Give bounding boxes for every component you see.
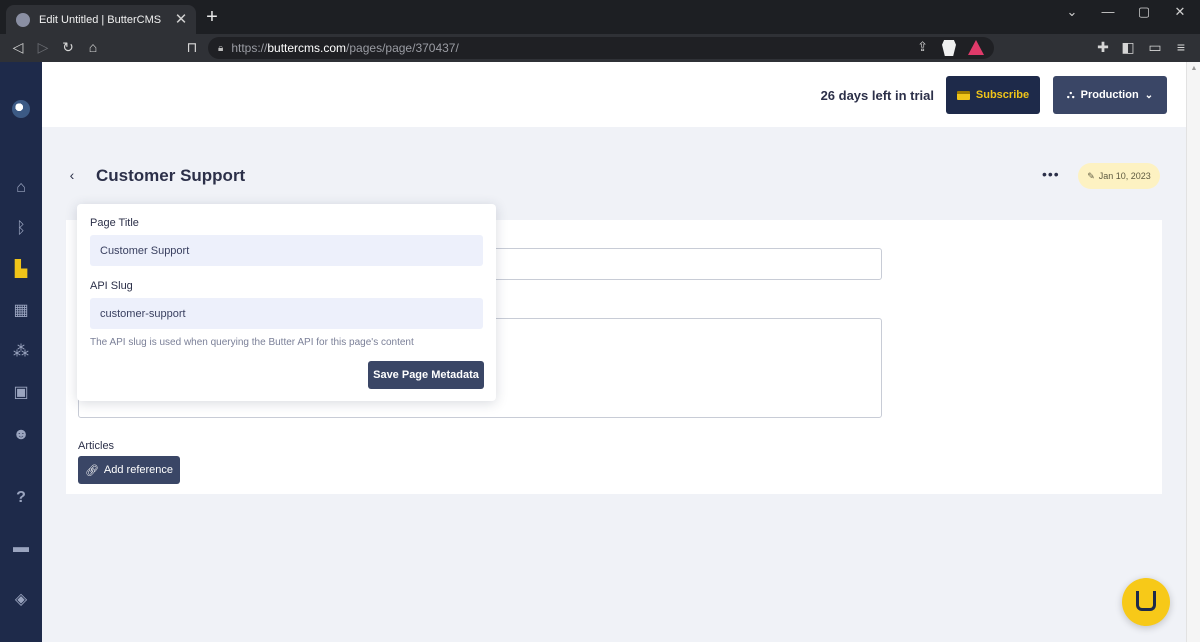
page-title-input[interactable]: Customer Support	[90, 235, 483, 266]
pencil-icon: ✎	[1087, 170, 1095, 181]
brave-rewards-icon[interactable]	[968, 40, 984, 55]
tab-search-chevron-icon[interactable]: ⌄	[1062, 4, 1082, 20]
back-arrow-icon[interactable]: ◁	[9, 38, 27, 56]
components-icon[interactable]: ⁂	[11, 342, 31, 362]
wallet-icon[interactable]: ▭	[1146, 38, 1164, 56]
users-icon[interactable]: ☻	[11, 425, 31, 445]
add-reference-button[interactable]: 🔗︎ Add reference	[78, 456, 180, 484]
api-slug-label: API Slug	[90, 280, 133, 292]
share-icon[interactable]: ⇪	[917, 39, 928, 55]
trial-status: 26 days left in trial	[820, 88, 934, 103]
tab-title: Edit Untitled | ButterCMS	[39, 13, 162, 26]
articles-label: Articles	[78, 440, 115, 452]
date-badge[interactable]: ✎ Jan 10, 2023	[1078, 163, 1160, 189]
minimize-icon[interactable]: —	[1098, 4, 1118, 19]
save-page-metadata-button[interactable]: Save Page Metadata	[368, 361, 484, 389]
date-text: Jan 10, 2023	[1098, 171, 1151, 181]
close-tab-icon[interactable]: ✕	[174, 12, 188, 27]
page-title[interactable]: Customer Support	[96, 166, 245, 186]
bookmark-icon[interactable]: ⊓	[183, 38, 201, 56]
scroll-up-arrow-icon[interactable]: ▲	[1190, 64, 1198, 74]
maximize-icon[interactable]: ▢	[1134, 4, 1154, 20]
new-tab-icon[interactable]: +	[203, 7, 221, 27]
media-icon[interactable]: ▣	[11, 383, 31, 403]
forward-arrow-icon[interactable]: ▷	[34, 38, 52, 56]
sidebar-toggle-icon[interactable]: ◧	[1119, 38, 1137, 56]
api-slug-input[interactable]: customer-support	[90, 298, 483, 329]
page-metadata-popover: Page Title Customer Support API Slug cus…	[77, 204, 496, 401]
favicon-icon	[16, 12, 30, 27]
collections-icon[interactable]: ▦	[11, 301, 31, 321]
chevron-down-icon: ⌄	[1144, 89, 1154, 101]
environment-dropdown[interactable]: ⛬ Production ⌄	[1053, 76, 1167, 114]
back-chevron-icon[interactable]: ‹	[66, 167, 78, 183]
api-slug-help-text: The API slug is used when querying the B…	[90, 337, 414, 348]
subscribe-button[interactable]: Subscribe	[946, 76, 1040, 114]
page-scrollbar[interactable]: ▲	[1186, 62, 1200, 642]
layers-icon[interactable]: ◈	[11, 590, 31, 610]
close-window-icon[interactable]: ✕	[1170, 4, 1190, 20]
more-options-icon[interactable]: •••	[1042, 166, 1060, 182]
address-bar[interactable]: 🔒︎ https://buttercms.com/pages/page/3704…	[208, 37, 994, 59]
help-icon[interactable]: ?	[11, 488, 31, 508]
url-text: https://buttercms.com/pages/page/370437/	[231, 41, 459, 55]
home-icon[interactable]: ⌂	[11, 178, 31, 198]
home-icon[interactable]: ⌂	[84, 38, 102, 56]
subscribe-label: Subscribe	[975, 89, 1030, 101]
environment-label: Production	[1080, 89, 1139, 101]
add-reference-label: Add reference	[103, 464, 174, 476]
reload-icon[interactable]: ↻	[59, 38, 77, 56]
sitemap-icon: ⛬	[1066, 88, 1075, 101]
browser-tab[interactable]: Edit Untitled | ButterCMS ✕	[6, 5, 196, 34]
credit-card-icon	[956, 90, 970, 100]
top-bar: 26 days left in trial Subscribe ⛬ Produc…	[42, 62, 1186, 127]
chat-icon	[1136, 591, 1156, 611]
blog-icon[interactable]: ᛒ	[11, 219, 31, 239]
menu-icon[interactable]: ≡	[1172, 38, 1190, 56]
pages-icon[interactable]: ▙	[11, 260, 31, 280]
docs-book-icon[interactable]: ▬	[11, 538, 31, 558]
link-icon: 🔗︎	[84, 464, 99, 477]
chat-widget-button[interactable]	[1122, 578, 1170, 626]
lock-icon: 🔒︎	[218, 42, 224, 54]
browser-tab-bar: Edit Untitled | ButterCMS ✕ + ⌄ — ▢ ✕	[0, 0, 1200, 34]
buttercms-logo-icon[interactable]	[12, 100, 30, 118]
extensions-icon[interactable]: ✚	[1094, 38, 1112, 56]
app-sidebar: ⌂ ᛒ ▙ ▦ ⁂ ▣ ☻ ? ▬ ◈	[0, 62, 42, 642]
page-title-label: Page Title	[90, 217, 139, 229]
browser-toolbar: ◁ ▷ ↻ ⌂ ⊓ 🔒︎ https://buttercms.com/pages…	[0, 34, 1200, 62]
brave-shield-icon[interactable]	[942, 40, 956, 56]
